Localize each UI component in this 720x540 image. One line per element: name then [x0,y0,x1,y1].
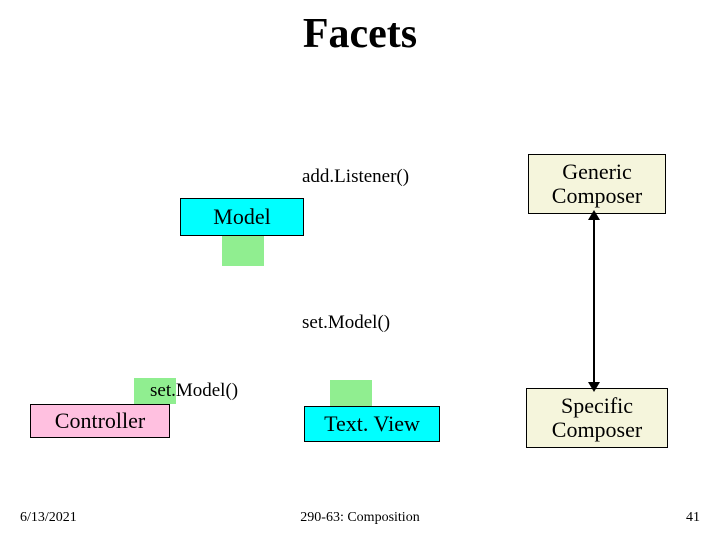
model-box: Model [180,198,304,236]
footer-page-number: 41 [686,510,700,526]
slide-title: Facets [0,10,720,58]
textview-port [330,380,372,406]
generic-composer-line1: Generic [562,160,632,184]
specific-composer-box: Specific Composer [526,388,668,448]
model-port [222,236,264,266]
generic-composer-line2: Composer [552,184,642,208]
composer-connector [593,214,595,388]
slide: Facets add.Listener() Model Generic Comp… [0,0,720,540]
label-set-model-left: set.Model() [150,380,238,402]
composer-arrow-down-icon [588,382,600,392]
controller-box: Controller [30,404,170,438]
text-view-box: Text. View [304,406,440,442]
footer-center: 290-63: Composition [0,510,720,526]
specific-composer-line1: Specific [561,394,633,418]
specific-composer-line2: Composer [552,418,642,442]
label-add-listener: add.Listener() [302,166,409,188]
label-set-model-center: set.Model() [302,312,390,334]
generic-composer-box: Generic Composer [528,154,666,214]
